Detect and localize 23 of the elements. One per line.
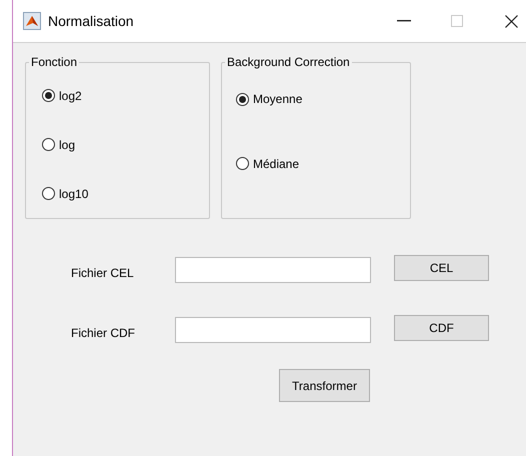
group-title: Fonction <box>29 55 80 69</box>
field-label: Fichier CEL <box>70 265 135 280</box>
app-icon <box>23 12 41 30</box>
browse-button[interactable]: CDF <box>394 315 489 341</box>
input-field[interactable] <box>175 257 371 283</box>
radio-label[interactable]: Médiane <box>253 156 300 171</box>
input-field[interactable] <box>175 317 371 343</box>
radio-button[interactable] <box>42 138 55 151</box>
browse-button[interactable]: CEL <box>394 255 489 281</box>
radio-label[interactable]: log <box>59 138 76 152</box>
group-title: Background Correction <box>225 55 352 69</box>
close-icon[interactable] <box>505 14 518 28</box>
radio-button[interactable] <box>42 187 55 200</box>
radio-label[interactable]: log2 <box>59 88 82 102</box>
radio-button[interactable] <box>42 89 55 102</box>
minimize-icon[interactable] <box>397 20 411 22</box>
window-title: Normalisation <box>48 13 135 29</box>
transform-button[interactable]: Transformer <box>279 369 370 402</box>
radio-label[interactable]: Moyenne <box>253 92 302 106</box>
field-label: Fichier CDF <box>70 325 136 340</box>
radio-button[interactable] <box>236 92 249 106</box>
radio-label[interactable]: log10 <box>59 186 88 200</box>
radio-button[interactable] <box>236 157 249 170</box>
